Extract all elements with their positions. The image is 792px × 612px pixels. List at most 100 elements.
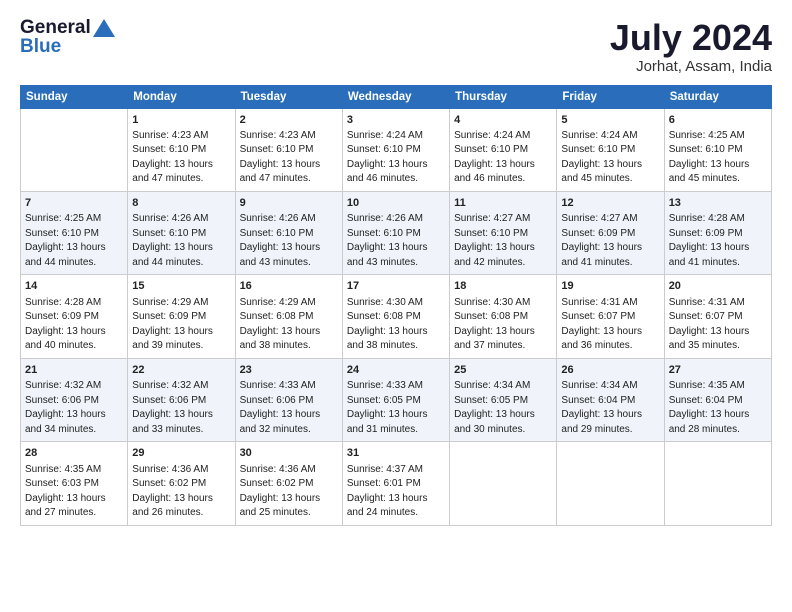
- calendar-cell: 8Sunrise: 4:26 AMSunset: 6:10 PMDaylight…: [128, 191, 235, 274]
- cell-content: Sunrise: 4:28 AMSunset: 6:09 PMDaylight:…: [669, 212, 767, 270]
- cell-content: Sunrise: 4:31 AMSunset: 6:07 PMDaylight:…: [669, 296, 767, 354]
- calendar-cell: 25Sunrise: 4:34 AMSunset: 6:05 PMDayligh…: [450, 358, 557, 441]
- calendar-cell: 6Sunrise: 4:25 AMSunset: 6:10 PMDaylight…: [664, 108, 771, 191]
- day-number: 17: [347, 279, 445, 294]
- day-number: 27: [669, 363, 767, 378]
- cell-content: Sunrise: 4:30 AMSunset: 6:08 PMDaylight:…: [454, 296, 552, 354]
- calendar-cell: 15 Sunrise: 4:29 AMSunset: 6:09 PMDayligh…: [128, 275, 235, 358]
- day-number: 26: [561, 363, 659, 378]
- calendar-cell: 11Sunrise: 4:27 AMSunset: 6:10 PMDayligh…: [450, 191, 557, 274]
- week-row-2: 7Sunrise: 4:25 AMSunset: 6:10 PMDaylight…: [21, 191, 772, 274]
- logo-icon: [93, 19, 115, 37]
- day-number: 8: [132, 196, 230, 211]
- day-number: 11: [454, 196, 552, 211]
- cell-content: Sunrise: 4:26 AMSunset: 6:10 PMDaylight:…: [347, 212, 445, 270]
- cell-content: Sunrise: 4:25 AMSunset: 6:10 PMDaylight:…: [669, 129, 767, 187]
- cell-content: Sunrise: 4:33 AMSunset: 6:06 PMDaylight:…: [240, 379, 338, 437]
- page: General Blue July 2024 Jorhat, Assam, In…: [0, 0, 792, 612]
- day-number: 3: [347, 113, 445, 128]
- day-number: 1: [132, 113, 230, 128]
- week-row-3: 14 Sunrise: 4:28 AMSunset: 6:09 PMDayligh…: [21, 275, 772, 358]
- cell-content: Sunrise: 4:24 AMSunset: 6:10 PMDaylight:…: [347, 129, 445, 187]
- cell-content: Sunrise: 4:27 AMSunset: 6:10 PMDaylight:…: [454, 212, 552, 270]
- cell-content: Sunrise: 4:26 AMSunset: 6:10 PMDaylight:…: [132, 212, 230, 270]
- day-number: 15: [132, 279, 230, 294]
- calendar-cell: 21Sunrise: 4:32 AMSunset: 6:06 PMDayligh…: [21, 358, 128, 441]
- subtitle: Jorhat, Assam, India: [610, 58, 772, 75]
- calendar-cell: 10Sunrise: 4:26 AMSunset: 6:10 PMDayligh…: [342, 191, 449, 274]
- cell-content: Sunrise: 4:23 AMSunset: 6:10 PMDaylight:…: [240, 129, 338, 187]
- header: General Blue July 2024 Jorhat, Assam, In…: [20, 18, 772, 75]
- day-number: 24: [347, 363, 445, 378]
- column-header-wednesday: Wednesday: [342, 85, 449, 108]
- calendar-cell: [21, 108, 128, 191]
- calendar-cell: 28Sunrise: 4:35 AMSunset: 6:03 PMDayligh…: [21, 442, 128, 525]
- logo-blue: Blue: [20, 37, 115, 58]
- calendar-cell: 1Sunrise: 4:23 AMSunset: 6:10 PMDaylight…: [128, 108, 235, 191]
- calendar-cell: 18 Sunrise: 4:30 AMSunset: 6:08 PMDayligh…: [450, 275, 557, 358]
- cell-content: Sunrise: 4:32 AMSunset: 6:06 PMDaylight:…: [25, 379, 123, 437]
- day-number: 14: [25, 279, 123, 294]
- day-number: 29: [132, 446, 230, 461]
- day-number: 21: [25, 363, 123, 378]
- day-number: 4: [454, 113, 552, 128]
- calendar-cell: [450, 442, 557, 525]
- calendar-cell: 14 Sunrise: 4:28 AMSunset: 6:09 PMDayligh…: [21, 275, 128, 358]
- calendar-cell: 19 Sunrise: 4:31 AMSunset: 6:07 PMDayligh…: [557, 275, 664, 358]
- cell-content: Sunrise: 4:34 AMSunset: 6:05 PMDaylight:…: [454, 379, 552, 437]
- cell-content: Sunrise: 4:30 AMSunset: 6:08 PMDaylight:…: [347, 296, 445, 354]
- day-number: 9: [240, 196, 338, 211]
- cell-content: Sunrise: 4:25 AMSunset: 6:10 PMDaylight:…: [25, 212, 123, 270]
- day-number: 18: [454, 279, 552, 294]
- cell-content: Sunrise: 4:33 AMSunset: 6:05 PMDaylight:…: [347, 379, 445, 437]
- cell-content: Sunrise: 4:29 AMSunset: 6:09 PMDaylight:…: [132, 296, 230, 354]
- main-title: July 2024: [610, 18, 772, 58]
- calendar-cell: 16 Sunrise: 4:29 AMSunset: 6:08 PMDayligh…: [235, 275, 342, 358]
- calendar-cell: 27Sunrise: 4:35 AMSunset: 6:04 PMDayligh…: [664, 358, 771, 441]
- calendar-cell: 5Sunrise: 4:24 AMSunset: 6:10 PMDaylight…: [557, 108, 664, 191]
- cell-content: Sunrise: 4:28 AMSunset: 6:09 PMDaylight:…: [25, 296, 123, 354]
- calendar-cell: 29 Sunrise: 4:36 AMSunset: 6:02 PMDayligh…: [128, 442, 235, 525]
- day-number: 20: [669, 279, 767, 294]
- day-number: 22: [132, 363, 230, 378]
- calendar-cell: 20 Sunrise: 4:31 AMSunset: 6:07 PMDayligh…: [664, 275, 771, 358]
- day-number: 28: [25, 446, 123, 461]
- week-row-1: 1 Sunrise: 4:23 AMSunset: 6:10 PMDaylight…: [21, 108, 772, 191]
- cell-content: Sunrise: 4:36 AMSunset: 6:02 PMDaylight:…: [132, 463, 230, 521]
- column-header-saturday: Saturday: [664, 85, 771, 108]
- cell-content: Sunrise: 4:24 AMSunset: 6:10 PMDaylight:…: [454, 129, 552, 187]
- column-header-friday: Friday: [557, 85, 664, 108]
- day-number: 7: [25, 196, 123, 211]
- day-number: 10: [347, 196, 445, 211]
- cell-content: Sunrise: 4:36 AMSunset: 6:02 PMDaylight:…: [240, 463, 338, 521]
- cell-content: Sunrise: 4:29 AMSunset: 6:08 PMDaylight:…: [240, 296, 338, 354]
- calendar-cell: 24Sunrise: 4:33 AMSunset: 6:05 PMDayligh…: [342, 358, 449, 441]
- day-number: 13: [669, 196, 767, 211]
- day-number: 16: [240, 279, 338, 294]
- cell-content: Sunrise: 4:37 AMSunset: 6:01 PMDaylight:…: [347, 463, 445, 521]
- column-header-sunday: Sunday: [21, 85, 128, 108]
- day-number: 30: [240, 446, 338, 461]
- calendar-header-row: SundayMondayTuesdayWednesdayThursdayFrid…: [21, 85, 772, 108]
- calendar-cell: 2Sunrise: 4:23 AMSunset: 6:10 PMDaylight…: [235, 108, 342, 191]
- calendar-cell: 7Sunrise: 4:25 AMSunset: 6:10 PMDaylight…: [21, 191, 128, 274]
- calendar-cell: [664, 442, 771, 525]
- day-number: 31: [347, 446, 445, 461]
- column-header-tuesday: Tuesday: [235, 85, 342, 108]
- cell-content: Sunrise: 4:27 AMSunset: 6:09 PMDaylight:…: [561, 212, 659, 270]
- week-row-4: 21Sunrise: 4:32 AMSunset: 6:06 PMDayligh…: [21, 358, 772, 441]
- calendar-cell: 4Sunrise: 4:24 AMSunset: 6:10 PMDaylight…: [450, 108, 557, 191]
- cell-content: Sunrise: 4:32 AMSunset: 6:06 PMDaylight:…: [132, 379, 230, 437]
- column-header-thursday: Thursday: [450, 85, 557, 108]
- day-number: 12: [561, 196, 659, 211]
- calendar-cell: 3Sunrise: 4:24 AMSunset: 6:10 PMDaylight…: [342, 108, 449, 191]
- cell-content: Sunrise: 4:31 AMSunset: 6:07 PMDaylight:…: [561, 296, 659, 354]
- cell-content: Sunrise: 4:26 AMSunset: 6:10 PMDaylight:…: [240, 212, 338, 270]
- day-number: 19: [561, 279, 659, 294]
- cell-content: Sunrise: 4:34 AMSunset: 6:04 PMDaylight:…: [561, 379, 659, 437]
- day-number: 6: [669, 113, 767, 128]
- calendar-cell: 17 Sunrise: 4:30 AMSunset: 6:08 PMDayligh…: [342, 275, 449, 358]
- day-number: 23: [240, 363, 338, 378]
- day-number: 2: [240, 113, 338, 128]
- column-header-monday: Monday: [128, 85, 235, 108]
